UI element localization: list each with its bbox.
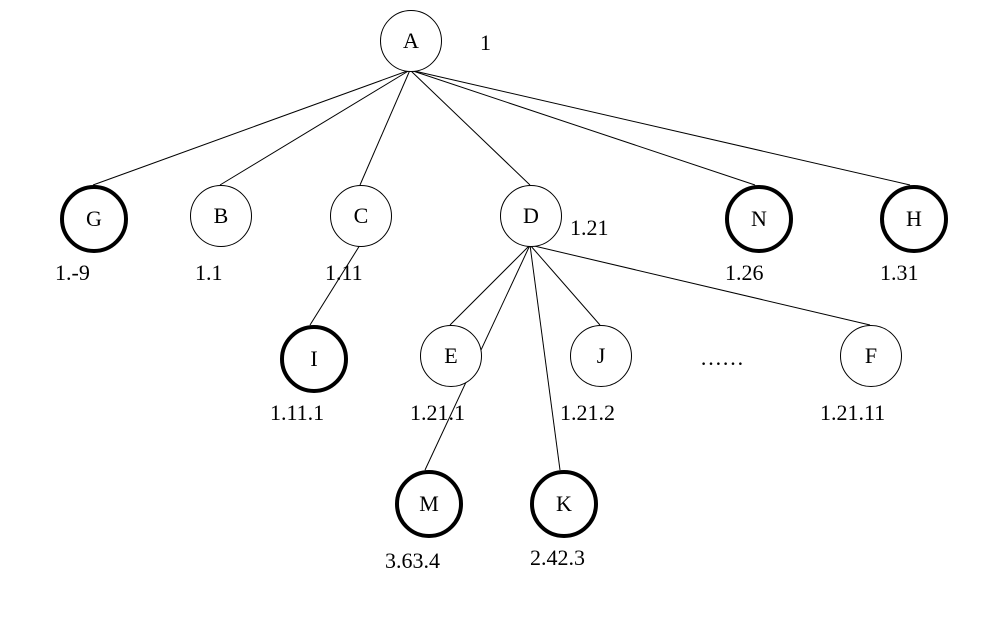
node-f-value: 1.21.11 — [820, 400, 885, 426]
node-g-label: G — [86, 206, 102, 232]
node-c-value: 1.11 — [325, 260, 363, 286]
node-m-value: 3.63.4 — [385, 548, 440, 574]
node-d: D — [500, 185, 562, 247]
node-a-value: 1 — [480, 30, 491, 56]
node-a-label: A — [403, 28, 419, 54]
node-m: M — [395, 470, 463, 538]
node-b-label: B — [214, 203, 229, 229]
node-n-value: 1.26 — [725, 260, 764, 286]
node-c: C — [330, 185, 392, 247]
node-g: G — [60, 185, 128, 253]
node-b-value: 1.1 — [195, 260, 223, 286]
node-k: K — [530, 470, 598, 538]
node-c-label: C — [354, 203, 369, 229]
node-k-label: K — [556, 491, 572, 517]
node-e-value: 1.21.1 — [410, 400, 465, 426]
node-h: H — [880, 185, 948, 253]
node-m-label: M — [419, 491, 439, 517]
node-h-value: 1.31 — [880, 260, 919, 286]
node-i: I — [280, 325, 348, 393]
node-j: J — [570, 325, 632, 387]
node-f-label: F — [865, 343, 877, 369]
node-a: A — [380, 10, 442, 72]
node-i-value: 1.11.1 — [270, 400, 324, 426]
node-h-label: H — [906, 206, 922, 232]
node-j-label: J — [597, 343, 606, 369]
node-n: N — [725, 185, 793, 253]
node-i-label: I — [310, 346, 317, 372]
node-d-label: D — [523, 203, 539, 229]
node-j-value: 1.21.2 — [560, 400, 615, 426]
node-e-label: E — [444, 343, 457, 369]
node-g-value: 1.-9 — [55, 260, 90, 286]
node-d-value: 1.21 — [570, 215, 609, 241]
ellipsis: …… — [700, 345, 744, 371]
node-f: F — [840, 325, 902, 387]
node-b: B — [190, 185, 252, 247]
node-e: E — [420, 325, 482, 387]
node-n-label: N — [751, 206, 767, 232]
node-k-value: 2.42.3 — [530, 545, 585, 571]
